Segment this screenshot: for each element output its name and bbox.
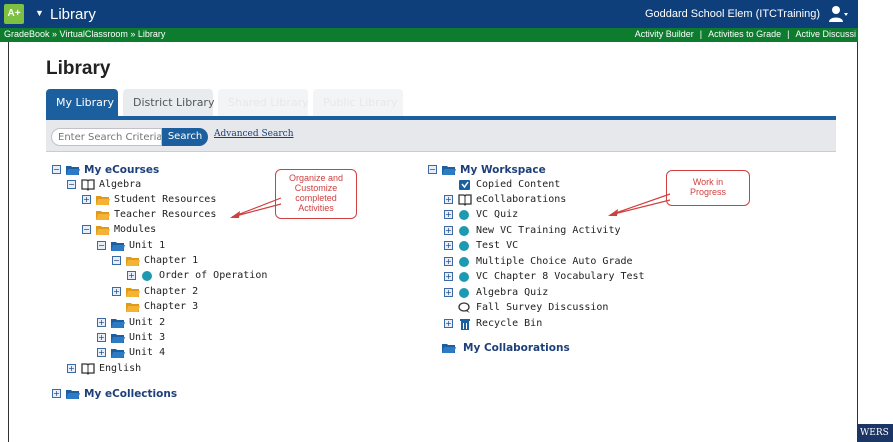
activity-dot-icon bbox=[459, 288, 469, 298]
breadcrumb-bar: GradeBook » VirtualClassroom » Library A… bbox=[0, 28, 858, 42]
folder-open-icon bbox=[442, 166, 456, 175]
menu-caret-icon[interactable]: ▼ bbox=[35, 8, 44, 18]
top-bar: A+ ▼ Library Goddard School Elem (ITCTra… bbox=[0, 0, 858, 28]
expand-toggle[interactable]: + bbox=[444, 210, 453, 219]
school-name[interactable]: Goddard School Elem (ITCTraining) bbox=[645, 8, 820, 20]
folder-icon bbox=[126, 303, 140, 312]
activity-builder-link[interactable]: Activity Builder bbox=[635, 29, 694, 39]
copy-icon bbox=[459, 180, 470, 190]
quick-links: Activity Builder | Activities to Grade | Act… bbox=[634, 29, 856, 39]
brand-tab: WERS bbox=[858, 424, 893, 442]
user-menu-icon[interactable] bbox=[828, 5, 848, 23]
callout-line: Activities bbox=[298, 203, 334, 213]
folder-icon bbox=[96, 196, 110, 205]
callout-arrow bbox=[230, 197, 282, 218]
expand-toggle[interactable]: + bbox=[127, 271, 136, 280]
active-discussions-link[interactable]: Active Discussi bbox=[795, 29, 856, 39]
expand-toggle[interactable]: + bbox=[97, 348, 106, 357]
callout-line: Work in bbox=[692, 177, 724, 187]
activity-dot-icon bbox=[459, 210, 469, 220]
app-title: Library bbox=[50, 6, 96, 23]
folder-icon bbox=[111, 334, 125, 343]
folder-open-icon bbox=[126, 257, 140, 266]
expand-toggle[interactable]: + bbox=[444, 319, 453, 328]
activity-dot-icon bbox=[142, 271, 152, 281]
trash-icon bbox=[460, 319, 470, 330]
tab-my-library[interactable]: My Library bbox=[46, 89, 118, 116]
tab-district-library[interactable]: District Library bbox=[123, 89, 214, 116]
folder-icon bbox=[126, 288, 140, 297]
search-bar: Search Advanced Search bbox=[46, 120, 836, 152]
organize-callout: Organize and Customize completed Activit… bbox=[275, 169, 357, 219]
book-icon bbox=[81, 179, 95, 191]
activity-dot-icon bbox=[459, 272, 469, 282]
callout-line: completed bbox=[295, 193, 337, 203]
expand-toggle[interactable]: + bbox=[82, 195, 91, 204]
expand-toggle[interactable]: + bbox=[52, 389, 61, 398]
discussion-icon bbox=[458, 302, 470, 313]
callout-arrow bbox=[608, 193, 671, 216]
activity-dot-icon bbox=[459, 226, 469, 236]
expand-toggle[interactable]: + bbox=[112, 287, 121, 296]
expand-toggle[interactable]: + bbox=[444, 257, 453, 266]
folder-open-icon bbox=[96, 226, 110, 235]
app-logo[interactable]: A+ bbox=[4, 4, 24, 24]
expand-toggle[interactable]: + bbox=[444, 195, 453, 204]
activity-dot-icon bbox=[459, 241, 469, 251]
activity-dot-icon bbox=[459, 257, 469, 267]
tab-faded-1[interactable]: Shared Library bbox=[218, 89, 309, 116]
expand-toggle[interactable]: + bbox=[444, 226, 453, 235]
tab-faded-2[interactable]: Public Library bbox=[313, 89, 403, 116]
breadcrumb[interactable]: GradeBook » VirtualClassroom » Library bbox=[4, 29, 165, 39]
folder-icon bbox=[111, 349, 125, 358]
collapse-toggle[interactable]: − bbox=[67, 180, 76, 189]
book-icon bbox=[458, 194, 472, 206]
expand-toggle[interactable]: + bbox=[444, 241, 453, 250]
collapse-toggle[interactable]: − bbox=[82, 225, 91, 234]
expand-toggle[interactable]: + bbox=[444, 288, 453, 297]
callout-line: Organize and bbox=[288, 173, 344, 183]
folder-icon bbox=[442, 344, 456, 353]
work-in-progress-callout: Work in Progress bbox=[666, 170, 750, 206]
expand-toggle[interactable]: + bbox=[97, 333, 106, 342]
expand-toggle[interactable]: + bbox=[97, 318, 106, 327]
collapse-toggle[interactable]: − bbox=[97, 241, 106, 250]
folder-open-icon bbox=[111, 242, 125, 251]
expand-toggle[interactable]: + bbox=[444, 272, 453, 281]
book-icon bbox=[81, 363, 95, 375]
page-title: Library bbox=[46, 58, 111, 79]
search-input[interactable] bbox=[51, 128, 162, 146]
callout-line: Customize bbox=[294, 183, 338, 193]
collapse-toggle[interactable]: − bbox=[428, 165, 437, 174]
folder-open-icon bbox=[66, 166, 80, 175]
search-button[interactable]: Search bbox=[162, 128, 208, 146]
callout-line: Progress bbox=[689, 187, 726, 197]
collapse-toggle[interactable]: − bbox=[112, 256, 121, 265]
collapse-toggle[interactable]: − bbox=[52, 165, 61, 174]
folder-icon bbox=[111, 319, 125, 328]
activities-to-grade-link[interactable]: Activities to Grade bbox=[708, 29, 781, 39]
expand-toggle[interactable]: + bbox=[67, 364, 76, 373]
folder-icon bbox=[96, 211, 110, 220]
folder-icon bbox=[66, 390, 80, 399]
advanced-search-link[interactable]: Advanced Search bbox=[214, 129, 294, 139]
